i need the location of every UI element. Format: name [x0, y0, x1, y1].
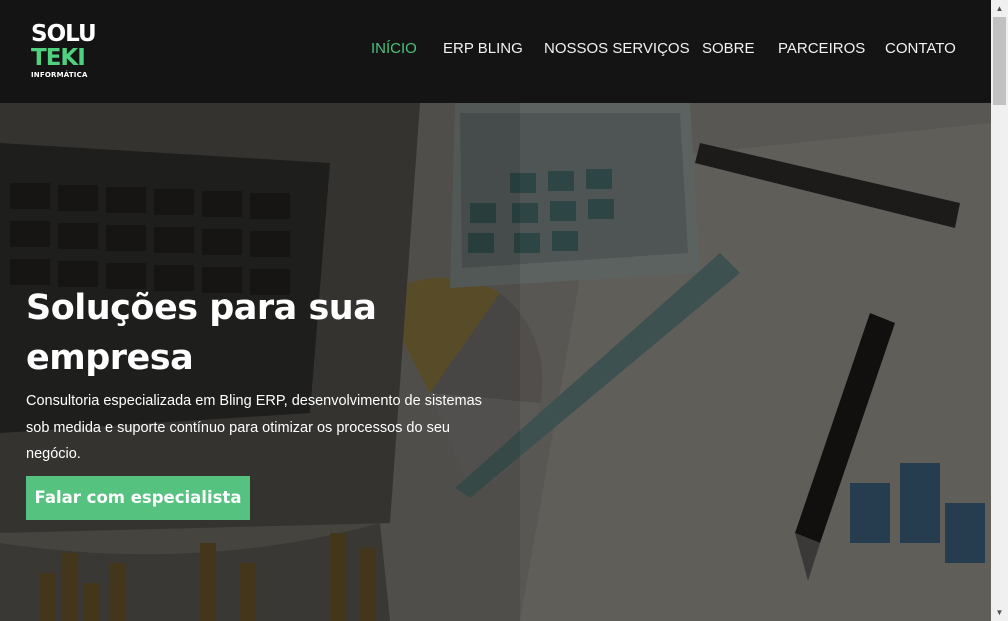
- scrollbar-thumb[interactable]: [993, 17, 1006, 105]
- talk-to-specialist-button[interactable]: Falar com especialista: [26, 476, 250, 520]
- logo-line-3: INFORMÁTICA: [31, 71, 88, 79]
- main-nav: INÍCIO ERP BLING NOSSOS SERVIÇOS SOBRE P…: [0, 40, 991, 60]
- hero-description: Consultoria especializada em Bling ERP, …: [26, 393, 482, 462]
- nav-item-sobre[interactable]: SOBRE: [702, 40, 755, 57]
- nav-item-nossos-servicos[interactable]: NOSSOS SERVIÇOS: [544, 40, 690, 57]
- nav-item-contato[interactable]: CONTATO: [885, 40, 956, 57]
- hero-title: Soluções para sua empresa: [26, 288, 377, 378]
- nav-item-inicio[interactable]: INÍCIO: [371, 40, 417, 57]
- nav-item-parceiros[interactable]: PARCEIROS: [778, 40, 865, 57]
- site-header: SOLU TEKI INFORMÁTICA INÍCIO ERP BLING N…: [0, 0, 991, 103]
- hero-section: Soluções para sua empresa Consultoria es…: [0, 103, 991, 621]
- arrow-up-icon[interactable]: ▲: [991, 0, 1008, 17]
- nav-item-erp-bling[interactable]: ERP BLING: [443, 40, 523, 57]
- page-scrollbar[interactable]: ▲ ▼: [991, 0, 1008, 621]
- arrow-down-icon[interactable]: ▼: [991, 604, 1008, 621]
